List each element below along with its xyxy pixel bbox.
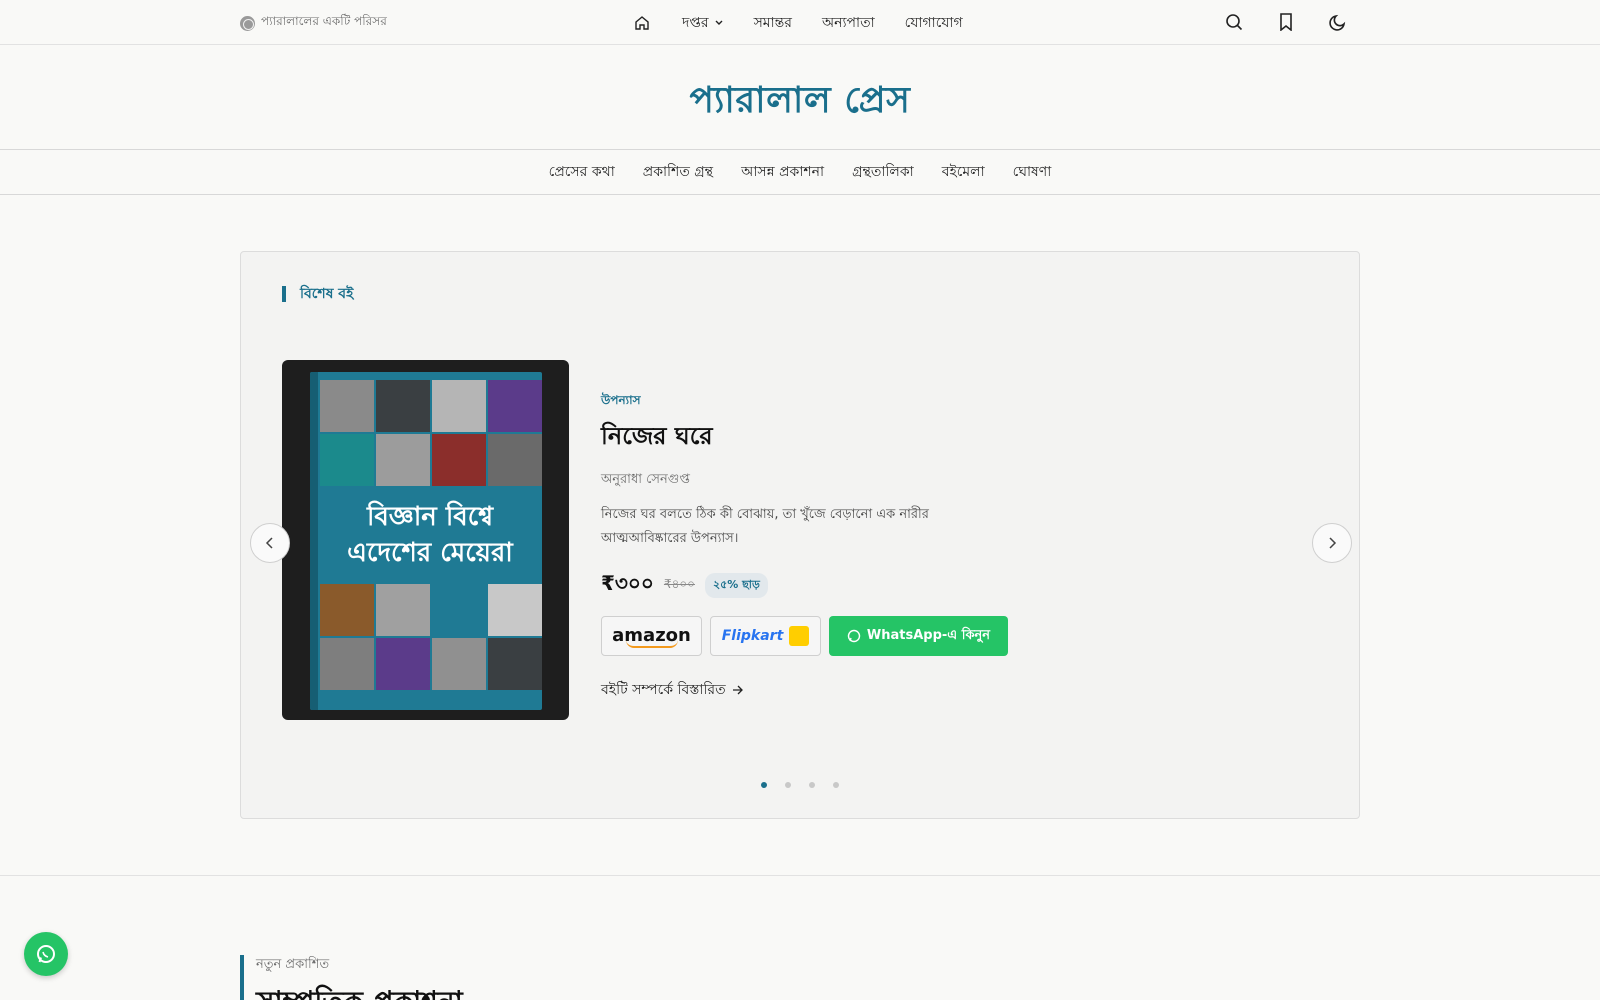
carousel-dot[interactable] [833,782,839,788]
old-price: ₹৪০০ [663,576,695,591]
main-nav: প্রেসের কথা প্রকাশিত গ্রন্থ আসন্ন প্রকাশ… [0,149,1600,195]
recent-eyebrow: নতুন প্রকাশিত [256,957,330,972]
bookmark-icon[interactable] [1276,12,1296,32]
nav-item-dropdown[interactable]: দপ্তর [682,11,724,35]
book-description: নিজের ঘর বলতে ঠিক কী বোঝায়, তা খুঁজে বে… [601,507,929,546]
nav-item-label: দপ্তর [682,15,709,31]
book-spine [310,372,318,710]
masthead: প্যারালাল প্রেস [0,45,1600,150]
nav-item-samantar[interactable]: সমান্তর [754,11,792,35]
chevron-right-icon [1329,537,1337,549]
details-link[interactable]: বইটি সম্পর্কে বিস্তারিত [601,678,1021,702]
mainnav-item-bookfair[interactable]: বইমেলা [942,160,985,184]
carousel-prev-button[interactable] [250,523,290,563]
cover-portrait-grid-top [320,380,542,486]
moon-icon[interactable] [1328,12,1348,32]
mainnav-item-upcoming[interactable]: আসন্ন প্রকাশনা [741,160,824,184]
section-divider [0,875,1600,876]
mainnav-item-about[interactable]: প্রেসের কথা [549,160,615,184]
carousel-dot[interactable] [785,782,791,788]
nav-item-contact[interactable]: যোগাযোগ [905,11,963,35]
whatsapp-icon [37,945,55,963]
site-title[interactable]: প্যারালাল প্রেস [0,73,1600,133]
price: ₹৩০০ [601,571,654,595]
flipkart-button[interactable]: Flipkart [710,616,821,656]
search-icon[interactable] [1224,12,1244,32]
section-label: বিশেষ বই [282,286,353,302]
book-cover-art: বিজ্ঞান বিশ্বে এদেশের মেয়েরা [310,372,542,710]
cover-portrait-grid-bottom [320,584,542,690]
book-genre[interactable]: উপন্যাস [601,392,1021,412]
recent-publications-header: নতুন প্রকাশিত সাম্প্রতিক প্রকাশনা [240,955,463,1000]
cover-title-line2: এদেশের মেয়েরা [347,538,513,568]
carousel-dots [241,782,1359,788]
carousel-dot[interactable] [809,782,815,788]
home-icon[interactable] [634,14,652,32]
arrow-right-icon [732,685,743,695]
amazon-button[interactable]: amazon [601,616,702,656]
mainnav-item-announcement[interactable]: ঘোষণা [1013,160,1052,184]
top-bar: প্যারালালের একটি পরিসর দপ্তর সমান্তর অন্… [0,0,1600,45]
chevron-left-icon [265,537,273,549]
price-row: ₹৩০০ ₹৪০০ ২৫% ছাড় [601,569,1021,602]
mainnav-item-catalogue[interactable]: গ্রন্থতালিকা [852,160,914,184]
whatsapp-buy-button[interactable]: WhatsApp-এ কিনুন [829,616,1008,656]
globe-icon [240,15,255,31]
book-author: অনুরাধা সেনগুপ্ত [601,472,690,487]
flipkart-bag-icon [789,626,810,646]
flipkart-logo-text: Flipkart [721,628,784,644]
discount-badge: ২৫% ছাড় [704,573,768,598]
details-link-label: বইটি সম্পর্কে বিস্তারিত [601,682,726,698]
carousel-dot[interactable] [761,782,767,788]
tagline-text: প্যারালালের একটি পরিসর [261,14,387,28]
mainnav-item-published[interactable]: প্রকাশিত গ্রন্থ [643,160,713,184]
cover-title-line1: বিজ্ঞান বিশ্বে [366,502,494,532]
cover-title: বিজ্ঞান বিশ্বে এদেশের মেয়েরা [320,492,540,578]
featured-book-carousel: বিশেষ বই বিজ্ঞান বিশ্বে এদেশের মেয়েরা উ… [240,251,1360,819]
tagline: প্যারালালের একটি পরিসর [240,13,387,33]
top-nav: দপ্তর সমান্তর অন্যপাতা যোগাযোগ [634,11,963,35]
whatsapp-button-label: WhatsApp-এ কিনুন [866,627,991,643]
recent-heading: সাম্প্রতিক প্রকাশনা [256,980,463,1000]
chevron-down-icon [715,20,723,25]
whatsapp-float-button[interactable] [24,932,68,976]
amazon-smile-icon [625,640,678,648]
book-title[interactable]: নিজের ঘরে [601,418,1021,458]
book-info: উপন্যাস নিজের ঘরে অনুরাধা সেনগুপ্ত নিজের… [601,392,1021,702]
carousel-next-button[interactable] [1312,523,1352,563]
top-icons [1224,12,1348,32]
buy-options: amazon Flipkart WhatsApp-এ কিনুন [601,616,1021,656]
book-cover[interactable]: বিজ্ঞান বিশ্বে এদেশের মেয়েরা [282,360,569,720]
nav-item-anyapata[interactable]: অন্যপাতা [822,11,875,35]
whatsapp-icon [847,629,861,643]
